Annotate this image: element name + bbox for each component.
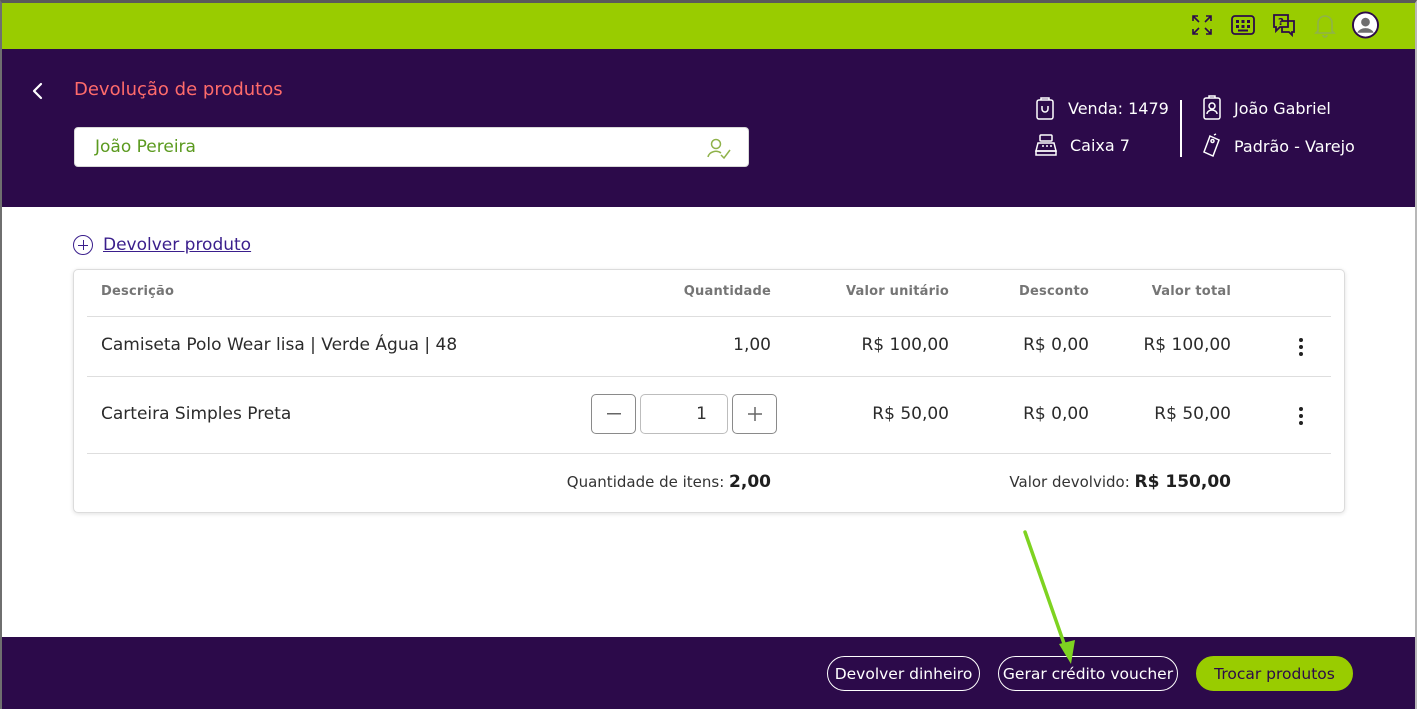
sale-label: Venda: 1479 [1068,98,1169,118]
row-menu-icon[interactable] [1298,407,1304,425]
row-unit-value: R$ 100,00 [861,335,949,355]
keyboard-icon[interactable] [1229,11,1256,38]
returned-value-label: Valor devolvido: [1009,473,1130,491]
col-total: Valor total [1151,284,1231,299]
items-count-value: 2,00 [729,472,771,492]
id-badge-icon [1203,95,1221,120]
price-table-label: Padrão - Varejo [1234,136,1355,156]
items-count-label: Quantidade de itens: [566,473,725,491]
row-total: R$ 100,00 [1143,335,1231,355]
price-table-info: Padrão - Varejo [1202,133,1355,159]
seller-info: João Gabriel [1202,95,1331,121]
row-unit-value: R$ 50,00 [872,404,949,424]
row-discount: R$ 0,00 [1023,404,1089,424]
quantity-stepper: 1 [591,394,777,434]
add-return-product-label: Devolver produto [103,235,252,255]
fullscreen-icon[interactable] [1188,11,1215,38]
user-avatar-icon[interactable] [1352,11,1379,38]
back-arrow-icon[interactable] [28,81,48,101]
register-label: Caixa 7 [1070,135,1130,155]
row-menu-icon[interactable] [1298,338,1304,356]
row-separator [87,453,1331,454]
row-description: Camiseta Polo Wear lisa | Verde Água | 4… [101,335,458,355]
quantity-input[interactable]: 1 [640,394,728,434]
col-discount: Desconto [1019,284,1089,299]
bell-icon[interactable] [1311,11,1338,38]
shopping-bag-icon [1036,97,1054,120]
page-title: Devolução de produtos [74,79,283,100]
return-items-table: Descrição Quantidade Valor unitário Desc… [73,269,1345,513]
seller-label: João Gabriel [1234,98,1331,118]
cash-register-icon [1035,134,1057,156]
refund-money-button[interactable]: Devolver dinheiro [827,656,980,691]
top-bar: ? [0,0,1417,49]
row-separator [87,376,1331,377]
help-chat-icon[interactable]: ? [1270,11,1297,38]
exchange-products-button[interactable]: Trocar produtos [1196,656,1353,691]
plus-circle-icon [73,235,93,255]
returned-value-summary: Valor devolvido: R$ 150,00 [954,472,1231,492]
price-tag-icon [1203,133,1220,158]
increase-quantity-button[interactable] [732,394,777,434]
header-divider [1180,100,1182,157]
customer-value: João Pereira [95,137,196,157]
col-unit-value: Valor unitário [846,284,949,299]
change-customer-icon[interactable] [706,136,732,160]
sale-info: Venda: 1479 [1034,95,1169,121]
items-count-summary: Quantidade de itens: 2,00 [514,472,771,492]
header-separator [87,316,1331,317]
svg-text:?: ? [1278,17,1284,28]
row-description: Carteira Simples Preta [101,404,292,424]
register-info: Caixa 7 [1034,133,1130,157]
customer-field[interactable]: João Pereira [74,127,749,167]
returned-value-amount: R$ 150,00 [1134,472,1231,492]
generate-voucher-button[interactable]: Gerar crédito voucher [998,656,1178,691]
row-discount: R$ 0,00 [1023,335,1089,355]
row-total: R$ 50,00 [1154,404,1231,424]
add-return-product-link[interactable]: Devolver produto [73,235,251,255]
col-quantity: Quantidade [683,284,771,299]
decrease-quantity-button[interactable] [591,394,636,434]
col-description: Descrição [101,284,175,299]
row-quantity: 1,00 [733,335,771,355]
